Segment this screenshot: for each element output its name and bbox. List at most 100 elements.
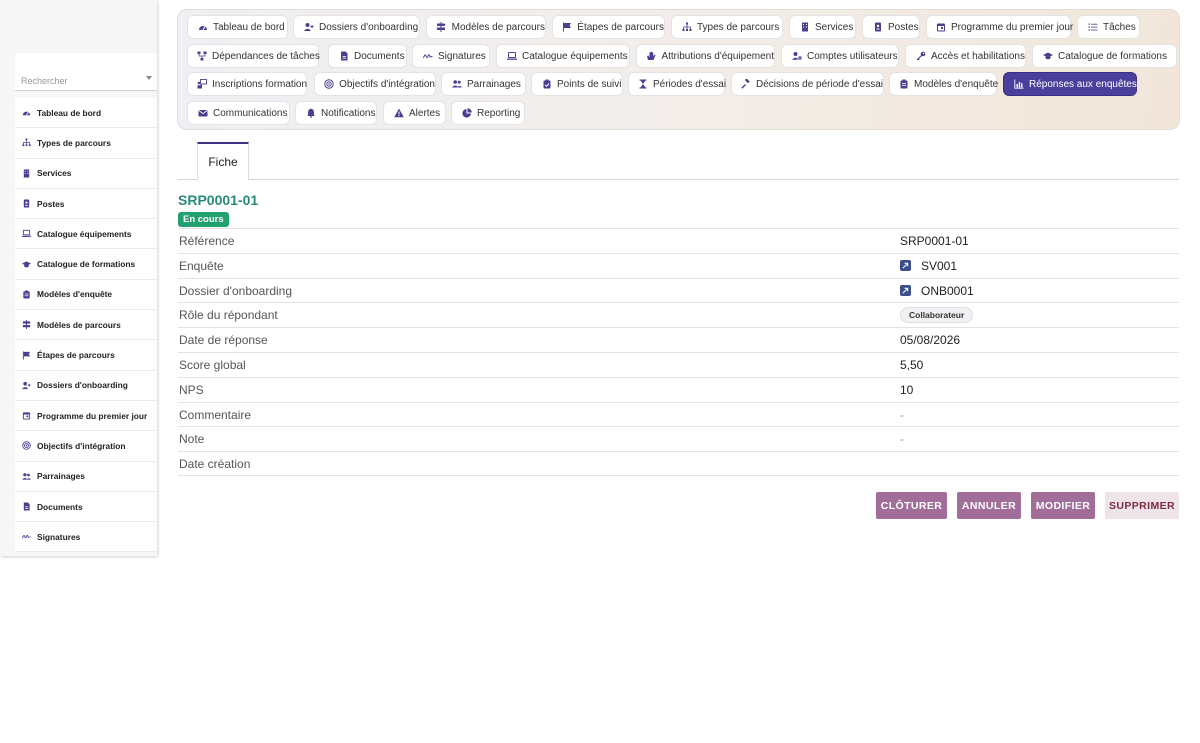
- field-value: -: [900, 432, 904, 447]
- nav-item-etapes-de-parcours[interactable]: Étapes de parcours: [552, 15, 665, 39]
- nav-item-acces-et-habilitations[interactable]: Accès et habilitations: [905, 44, 1026, 68]
- diagram-icon: [197, 51, 207, 62]
- field-row-reference: Référence SRP0001-01: [178, 228, 1179, 253]
- sidebar-item-dossiers-d-onboarding[interactable]: Dossiers d'onboarding: [15, 371, 157, 401]
- sidebar-item-modeles-d-enquete[interactable]: Modèles d'enquête: [15, 280, 157, 311]
- nav-item-label: Modèles de parcours: [451, 21, 545, 33]
- sidebar-content: Tableau de bord Types de parcours Services…: [15, 53, 157, 553]
- nav-item-alertes[interactable]: Alertes: [383, 101, 446, 125]
- field-row-enquete: Enquête SV001: [178, 252, 1179, 278]
- nav-item-documents[interactable]: Documents: [328, 44, 407, 68]
- link-text[interactable]: ONB0001: [921, 284, 974, 298]
- sidebar-item-postes[interactable]: Postes: [15, 189, 157, 220]
- nav-item-label: Catalogue équipements: [522, 50, 628, 62]
- sidebar-item-documents[interactable]: Documents: [15, 492, 157, 523]
- sidebar-item-label: Types de parcours: [37, 137, 111, 148]
- cancel-button[interactable]: ANNULER: [957, 492, 1021, 519]
- nav-item-parrainages[interactable]: Parrainages: [441, 72, 526, 96]
- sidebar-item-objectifs-d-integration[interactable]: Objectifs d'intégration: [15, 431, 157, 462]
- nav-item-attributions-d-equipement[interactable]: Attributions d'équipement: [636, 44, 775, 68]
- hourglass-icon: [638, 79, 648, 90]
- nav-item-dependances-de-taches[interactable]: Dépendances de tâches: [187, 44, 320, 68]
- key-icon: [915, 51, 926, 62]
- nav-item-label: Notifications: [321, 107, 376, 119]
- field-row-commentaire: Commentaire -: [178, 401, 1179, 427]
- gavel-icon: [741, 79, 751, 90]
- nav-item-comptes-utilisateurs[interactable]: Comptes utilisateurs: [781, 44, 899, 68]
- field-label: Commentaire: [179, 407, 252, 422]
- nav-item-periodes-d-essai[interactable]: Périodes d'essai: [628, 72, 727, 96]
- record-fields: Référence SRP0001-01 Enquête SV001 Dossier d…: [178, 228, 1179, 476]
- clipboard-icon: [899, 79, 909, 90]
- external-link-icon[interactable]: [900, 260, 911, 272]
- field-value: 10: [900, 382, 914, 397]
- signature-icon: [422, 51, 433, 62]
- flag-icon: [562, 22, 572, 33]
- status-badge: En cours: [178, 212, 229, 227]
- field-value[interactable]: ONB0001: [900, 284, 974, 298]
- nav-item-modeles-de-parcours[interactable]: Modèles de parcours: [426, 15, 546, 39]
- nav-item-label: Tableau de bord: [213, 21, 285, 33]
- nav-item-communications[interactable]: Communications: [187, 101, 290, 125]
- tab-fiche[interactable]: Fiche: [197, 142, 249, 180]
- nav-item-label: Périodes d'essai: [653, 78, 727, 90]
- sidebar-item-programme-du-premier-jour[interactable]: Programme du premier jour: [15, 401, 157, 432]
- sidebar-item-types-de-parcours[interactable]: Types de parcours: [15, 128, 157, 159]
- nav-item-points-de-suivi[interactable]: Points de suivi: [531, 72, 623, 96]
- sidebar-item-catalogue-equipements[interactable]: Catalogue équipements: [15, 219, 157, 250]
- sidebar-item-label: Étapes de parcours: [37, 350, 115, 361]
- nav-item-catalogue-equipements[interactable]: Catalogue équipements: [496, 44, 630, 68]
- nav-item-signatures[interactable]: Signatures: [412, 44, 490, 68]
- nav-item-label: Tâches: [1103, 21, 1136, 33]
- sidebar-item-services[interactable]: Services: [15, 159, 157, 189]
- field-label: Référence: [179, 234, 235, 248]
- nav-item-modeles-d-enquete[interactable]: Modèles d'enquête: [889, 72, 998, 96]
- sidebar-item-signatures[interactable]: Signatures: [15, 522, 157, 553]
- nav-item-notifications[interactable]: Notifications: [295, 101, 377, 125]
- sidebar-item-modeles-de-parcours[interactable]: Modèles de parcours: [15, 310, 157, 341]
- nav-item-label: Communications: [213, 107, 288, 119]
- close-button[interactable]: CLÔTURER: [876, 492, 947, 519]
- nav-item-decisions-de-periode-d-essai[interactable]: Décisions de période d'essai: [731, 72, 884, 96]
- nav-item-postes[interactable]: Postes: [862, 15, 920, 39]
- dashboard-icon: [197, 22, 208, 33]
- nav-item-types-de-parcours[interactable]: Types de parcours: [671, 15, 783, 39]
- pie-chart-icon: [461, 108, 472, 119]
- nav-item-objectifs-d-integration[interactable]: Objectifs d'intégration: [314, 72, 436, 96]
- nav-item-reponses-aux-enquetes[interactable]: Réponses aux enquêtes: [1003, 72, 1137, 96]
- external-link-icon[interactable]: [900, 285, 911, 297]
- link-text[interactable]: SV001: [921, 259, 957, 273]
- calendar-icon: [21, 410, 32, 421]
- nav-item-label: Comptes utilisateurs: [807, 50, 898, 62]
- nav-item-programme-du-premier-jour[interactable]: Programme du premier jour: [926, 15, 1073, 39]
- nav-item-reporting[interactable]: Reporting: [451, 101, 525, 125]
- nav-item-label: Catalogue de formations: [1058, 50, 1167, 62]
- sidebar-item-catalogue-de-formations[interactable]: Catalogue de formations: [15, 249, 157, 280]
- nav-item-services[interactable]: Services: [789, 15, 856, 39]
- sidebar-item-etapes-de-parcours[interactable]: Étapes de parcours: [15, 340, 157, 371]
- edit-button[interactable]: MODIFIER: [1031, 492, 1095, 519]
- dashboard-icon: [21, 107, 32, 118]
- nav-item-tableau-de-bord[interactable]: Tableau de bord: [187, 15, 288, 39]
- clipboard-check-icon: [541, 79, 552, 90]
- field-value: -: [900, 407, 904, 422]
- nav-item-catalogue-de-formations[interactable]: Catalogue de formations: [1032, 44, 1177, 68]
- sidebar-item-parrainages[interactable]: Parrainages: [15, 462, 157, 492]
- field-value[interactable]: SV001: [900, 259, 957, 273]
- clipboard-icon: [21, 289, 32, 300]
- sidebar-item-tableau-de-bord[interactable]: Tableau de bord: [15, 98, 157, 129]
- nav-item-taches[interactable]: Tâches: [1077, 15, 1140, 39]
- delete-button[interactable]: SUPPRIMER: [1105, 492, 1179, 519]
- envelope-icon: [197, 108, 208, 119]
- users-icon: [451, 79, 462, 90]
- sitemap-icon: [681, 22, 692, 33]
- sidebar-item-label: Modèles de parcours: [37, 319, 121, 330]
- nav-item-dossiers-d-onboarding[interactable]: Dossiers d'onboarding: [293, 15, 420, 39]
- nav-item-label: Parrainages: [467, 78, 521, 90]
- nav-item-inscriptions-formation[interactable]: Inscriptions formation: [187, 72, 307, 96]
- users-icon: [21, 471, 32, 482]
- search-input[interactable]: [15, 74, 157, 91]
- field-label: Rôle du répondant: [179, 308, 278, 323]
- building-icon: [21, 168, 32, 179]
- chevron-down-icon[interactable]: [146, 76, 152, 80]
